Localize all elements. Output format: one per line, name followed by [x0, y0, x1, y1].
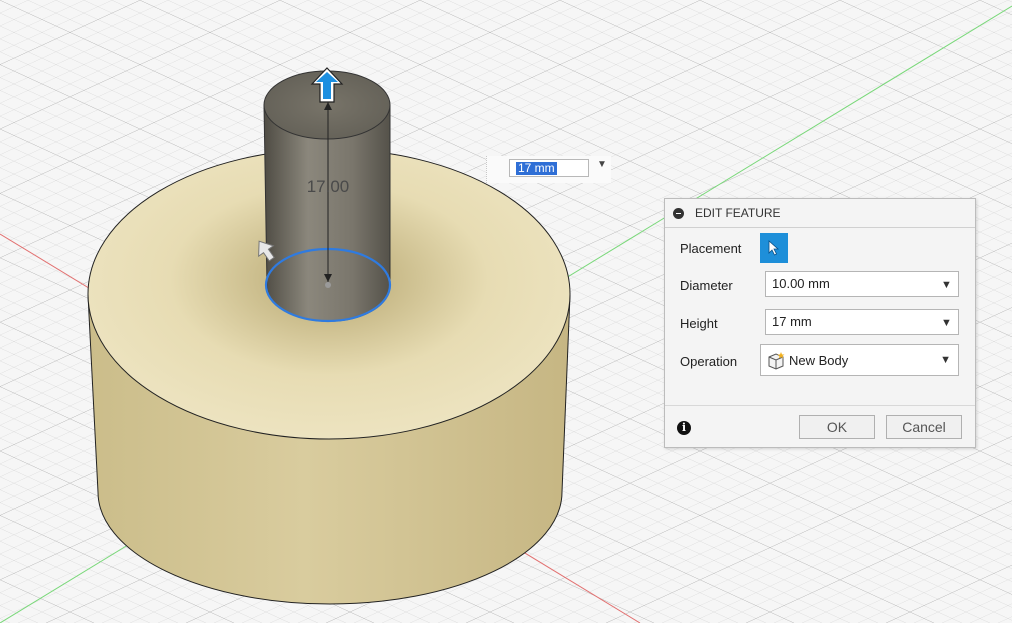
operation-dropdown-icon[interactable]: ▼ — [940, 354, 951, 366]
info-icon[interactable]: i — [677, 421, 691, 435]
height-input[interactable]: 17 mm — [765, 309, 959, 335]
pointer-icon — [768, 240, 780, 256]
height-dropdown-icon[interactable]: ▼ — [941, 317, 952, 329]
placement-label: Placement — [680, 241, 742, 256]
operation-select[interactable]: New Body ▼ — [760, 344, 959, 376]
panel-divider — [665, 405, 975, 406]
edit-feature-panel: EDIT FEATURE Placement Diameter 10.00 mm… — [664, 198, 976, 448]
profile-center-point — [325, 282, 331, 288]
dimension-value-text[interactable]: 17 mm — [516, 162, 557, 175]
ok-button[interactable]: OK — [799, 415, 875, 439]
height-dimension-label: 17.00 — [307, 177, 350, 196]
collapse-icon[interactable] — [673, 208, 684, 219]
dimension-input-box[interactable]: 17 mm ▼ — [486, 156, 611, 183]
dimension-value-field[interactable]: 17 mm — [509, 159, 589, 177]
panel-title: EDIT FEATURE — [695, 206, 781, 220]
diameter-dropdown-icon[interactable]: ▼ — [941, 279, 952, 291]
operation-value: New Body — [789, 353, 849, 368]
new-body-icon — [768, 352, 785, 370]
placement-select-button[interactable] — [760, 233, 788, 263]
panel-header: EDIT FEATURE — [665, 199, 975, 228]
cancel-button[interactable]: Cancel — [886, 415, 962, 439]
height-label: Height — [680, 316, 718, 331]
diameter-label: Diameter — [680, 278, 733, 293]
dimension-dropdown-icon[interactable]: ▼ — [597, 159, 607, 170]
diameter-input[interactable]: 10.00 mm — [765, 271, 959, 297]
operation-label: Operation — [680, 354, 738, 369]
